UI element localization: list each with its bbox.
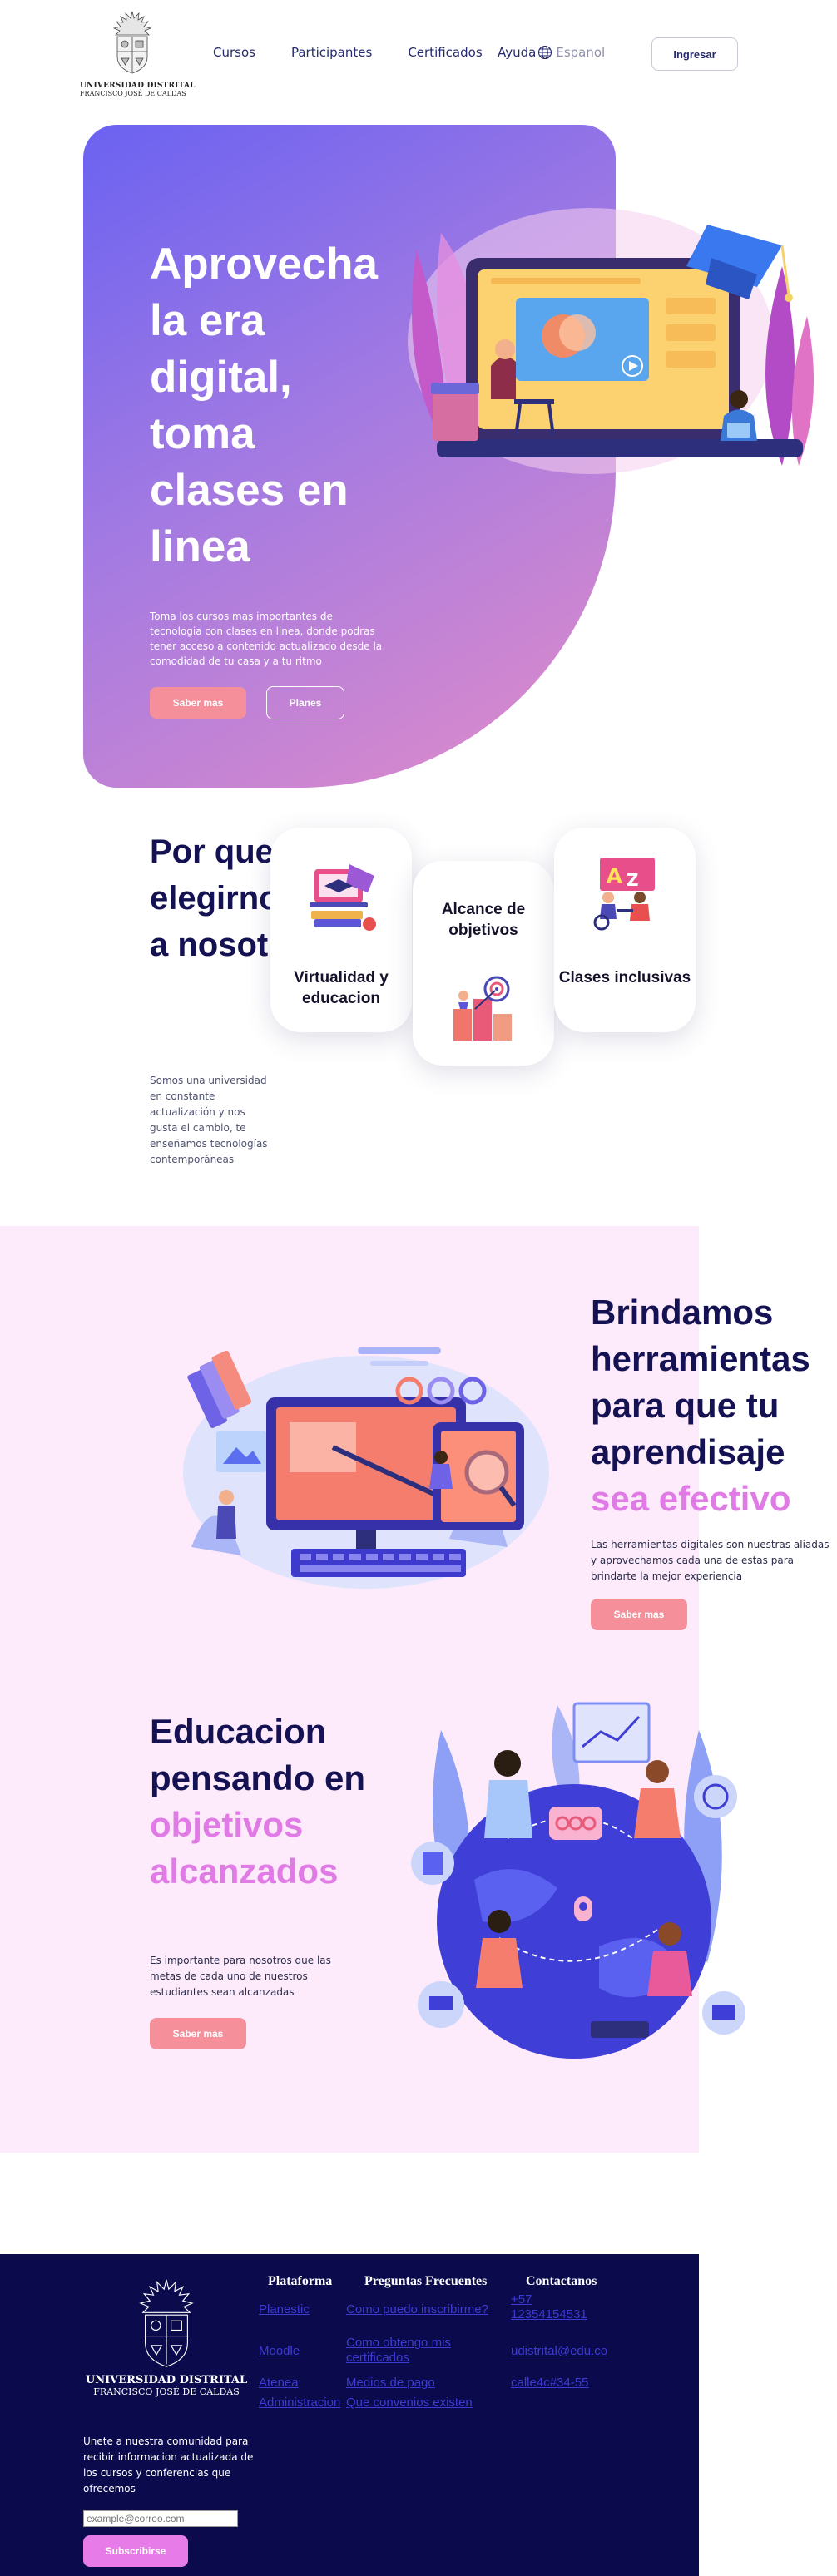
university-seal-icon xyxy=(112,11,151,74)
main-nav: Cursos Participantes Certificados xyxy=(213,45,518,60)
tools-description: Las herramientas digitales son nuestras … xyxy=(591,1539,830,1582)
footer-logo-subtitle: FRANCISCO JOSÉ DE CALDAS xyxy=(93,2386,240,2397)
virtual-education-icon xyxy=(310,864,376,931)
svg-text:A: A xyxy=(607,864,622,888)
why-description: Somos una universidad en constante actua… xyxy=(150,1075,268,1165)
feature-card-label: Virtualidad y educacion xyxy=(294,969,389,1007)
footer-link-administracion[interactable]: Administracion xyxy=(259,2396,340,2410)
footer-heading-faq: Preguntas Frecuentes xyxy=(364,2274,488,2288)
feature-card-label: Alcance de objetivos xyxy=(441,901,526,939)
logo-name: UNIVERSIDAD DISTRITAL xyxy=(80,82,196,90)
tools-title: Brindamos herramientas para que tu apren… xyxy=(591,1289,837,1522)
edu-title-main: Educacion pensando en xyxy=(150,1712,366,1797)
feature-card-inclusivas[interactable]: A Z Clases inclusivas xyxy=(554,828,696,1032)
footer-link-moodle[interactable]: Moodle xyxy=(259,2344,300,2359)
footer-logo-name: UNIVERSIDAD DISTRITAL xyxy=(85,2374,248,2386)
nav-ayuda[interactable]: Ayuda xyxy=(498,45,536,60)
subscribe-button[interactable]: Subscribirse xyxy=(83,2535,188,2567)
nav-cursos[interactable]: Cursos xyxy=(213,45,255,60)
footer-logo[interactable]: UNIVERSIDAD DISTRITAL FRANCISCO JOSÉ DE … xyxy=(83,2277,250,2397)
online-class-illustration xyxy=(408,208,814,474)
goal-target-icon xyxy=(453,976,512,1041)
tools-saber-mas-button[interactable]: Saber mas xyxy=(591,1599,687,1630)
inclusive-classes-icon: A Z xyxy=(593,858,655,931)
logo-subtitle: FRANCISCO JOSÉ DE CALDAS xyxy=(80,90,186,97)
tools-title-main: Brindamos herramientas para que tu apren… xyxy=(591,1293,810,1471)
footer-link-email[interactable]: udistrital@edu.co xyxy=(511,2344,607,2359)
footer-link-certificados[interactable]: Como obtengo mis certificados xyxy=(346,2336,463,2366)
feature-card-virtualidad[interactable]: Virtualidad y educacion xyxy=(270,828,412,1032)
tools-title-accent: sea efectivo xyxy=(591,1479,791,1518)
newsletter-email-input[interactable] xyxy=(83,2510,238,2527)
footer-link-planestic[interactable]: Planestic xyxy=(259,2302,310,2317)
footer-link-atenea[interactable]: Atenea xyxy=(259,2376,299,2391)
edu-title-accent: objetivos alcanzados xyxy=(150,1805,339,1891)
feature-card-objetivos[interactable]: Alcance de objetivos xyxy=(413,861,554,1066)
footer-heading-contacto: Contactanos xyxy=(526,2274,597,2288)
language-selector[interactable]: Espanol xyxy=(556,45,605,60)
feature-card-label: Clases inclusivas xyxy=(558,969,691,986)
svg-text:Z: Z xyxy=(627,870,639,890)
edu-description: Es importante para nosotros que las meta… xyxy=(150,1955,331,1998)
global-goals-illustration xyxy=(411,1702,745,2059)
hero-title: Aprovecha la era digital, toma clases en… xyxy=(150,240,378,571)
footer-link-address[interactable]: calle4c#34-55 xyxy=(511,2376,588,2391)
footer-link-medios-pago[interactable]: Medios de pago xyxy=(346,2376,435,2391)
login-button[interactable]: Ingresar xyxy=(651,37,738,71)
university-logo[interactable]: UNIVERSIDAD DISTRITAL FRANCISCO JOSÉ DE … xyxy=(80,10,196,97)
edu-saber-mas-button[interactable]: Saber mas xyxy=(150,2018,246,2049)
nav-certificados[interactable]: Certificados xyxy=(408,45,482,60)
nav-participantes[interactable]: Participantes xyxy=(291,45,372,60)
hero-description: Toma los cursos mas importantes de tecno… xyxy=(150,611,383,667)
globe-icon[interactable] xyxy=(537,45,552,60)
footer-link-convenios[interactable]: Que convenios existen xyxy=(346,2396,473,2410)
edu-title: Educacion pensando en objetivos alcanzad… xyxy=(150,1708,416,1895)
footer-link-phone[interactable]: +57 12354154531 xyxy=(511,2292,594,2322)
digital-tools-illustration xyxy=(183,1347,549,1589)
hero-saber-mas-button[interactable]: Saber mas xyxy=(150,687,246,719)
newsletter-text: Unete a nuestra comunidad para recibir i… xyxy=(83,2435,254,2494)
help-language-group: Ayuda Espanol xyxy=(498,45,605,60)
footer-heading-plataforma: Plataforma xyxy=(268,2274,333,2288)
hero-planes-button[interactable]: Planes xyxy=(266,686,344,719)
site-header: UNIVERSIDAD DISTRITAL FRANCISCO JOSÉ DE … xyxy=(0,0,837,108)
footer-link-inscribirme[interactable]: Como puedo inscribirme? xyxy=(346,2302,504,2317)
university-seal-icon xyxy=(139,2279,194,2367)
site-footer: UNIVERSIDAD DISTRITAL FRANCISCO JOSÉ DE … xyxy=(0,2254,699,2576)
